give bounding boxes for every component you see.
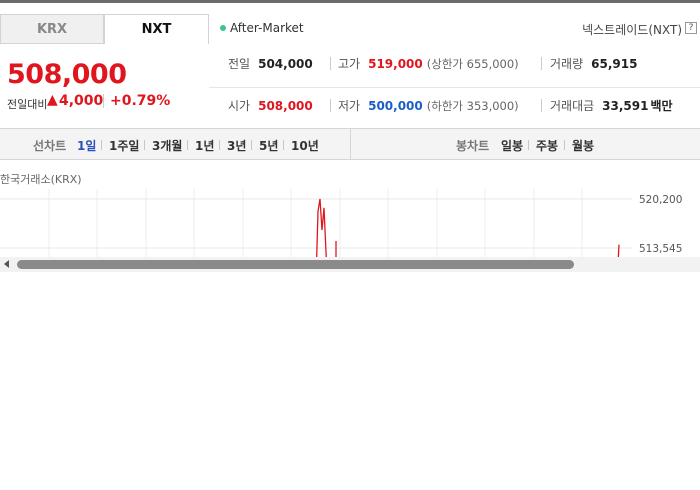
stat-divider	[541, 57, 542, 70]
up-arrow-icon: ▲	[47, 92, 58, 108]
stat-divider	[541, 99, 542, 112]
period-monthly-candle[interactable]: 월봉	[572, 137, 594, 154]
stat-prev-close: 전일 504,000	[228, 55, 313, 72]
period-divider	[564, 140, 565, 150]
stat-label: 고가	[338, 57, 361, 71]
stat-value: 519,000	[368, 57, 423, 71]
tab-krx[interactable]: KRX	[0, 14, 104, 44]
stat-volume: 거래량 65,915	[550, 55, 637, 72]
period-divider	[144, 140, 145, 150]
period-bar-divider	[350, 129, 351, 159]
current-price: 508,000	[7, 59, 127, 90]
period-divider	[187, 140, 188, 150]
y-tick-label: 513,545	[639, 243, 682, 255]
period-3y[interactable]: 3년	[227, 137, 246, 154]
stat-low: 저가 500,000 (하한가 353,000)	[338, 97, 519, 114]
period-10y[interactable]: 10년	[291, 137, 319, 154]
market-name: 넥스트레이드(NXT)	[582, 23, 682, 37]
change-divider	[103, 94, 104, 108]
stat-value: 508,000	[258, 99, 313, 113]
change-percent: +0.79%	[110, 93, 171, 109]
change-label: 전일대비	[7, 98, 48, 111]
stat-unit: 백만	[650, 99, 673, 113]
line-chart-label: 선차트	[33, 139, 67, 153]
period-1y[interactable]: 1년	[195, 137, 214, 154]
help-icon[interactable]: ?	[685, 22, 697, 34]
period-divider	[528, 140, 529, 150]
stat-open: 시가 508,000	[228, 97, 313, 114]
stat-value: 504,000	[258, 57, 313, 71]
stat-divider	[330, 99, 331, 112]
scroll-left-icon[interactable]	[4, 260, 9, 268]
exchange-label: 한국거래소(KRX)	[0, 173, 82, 186]
tab-nxt[interactable]: NXT	[104, 14, 209, 44]
stat-label: 시가	[228, 99, 251, 113]
period-daily-candle[interactable]: 일봉	[501, 137, 523, 154]
stat-label: 저가	[338, 99, 361, 113]
period-1w[interactable]: 1주일	[109, 137, 139, 154]
stat-high: 고가 519,000 (상한가 655,000)	[338, 55, 519, 72]
period-divider	[101, 140, 102, 150]
stat-value: 500,000	[368, 99, 423, 113]
change-value: 4,000	[59, 93, 104, 109]
y-tick-label: 520,200	[639, 194, 682, 206]
period-weekly-candle[interactable]: 주봉	[536, 137, 558, 154]
period-divider	[219, 140, 220, 150]
status-dot-icon	[220, 25, 226, 31]
stat-value: 65,915	[591, 57, 638, 71]
price-series-line	[617, 244, 620, 257]
stat-divider	[330, 57, 331, 70]
stat-amount: 거래대금 33,591 백만	[550, 97, 673, 114]
stat-label: 거래대금	[550, 99, 595, 113]
stat-value: 33,591	[602, 99, 649, 113]
period-1d[interactable]: 1일	[77, 137, 96, 154]
period-3m[interactable]: 3개월	[152, 137, 182, 154]
stat-label: 거래량	[550, 57, 584, 71]
period-divider	[251, 140, 252, 150]
candle-chart-label: 봉차트	[456, 139, 490, 153]
stat-label: 전일	[228, 57, 251, 71]
chart-period-bar: 선차트 1일 1주일 3개월 1년 3년 5년 10년 봉차트 일봉 주봉 월봉	[0, 128, 700, 160]
period-divider	[283, 140, 284, 150]
session-status-label: After-Market	[230, 21, 304, 35]
chart-scrollbar[interactable]	[0, 257, 700, 272]
period-5y[interactable]: 5년	[259, 137, 278, 154]
price-chart: 520,200 513,545	[0, 189, 682, 257]
scroll-thumb[interactable]	[17, 260, 574, 269]
upper-limit: (상한가 655,000)	[426, 57, 519, 71]
session-status: After-Market	[220, 21, 304, 35]
lower-limit: (하한가 353,000)	[426, 99, 519, 113]
stock-quote-panel: KRX NXT After-Market 넥스트레이드(NXT) ? 508,0…	[0, 3, 700, 272]
stats-divider	[209, 87, 700, 88]
